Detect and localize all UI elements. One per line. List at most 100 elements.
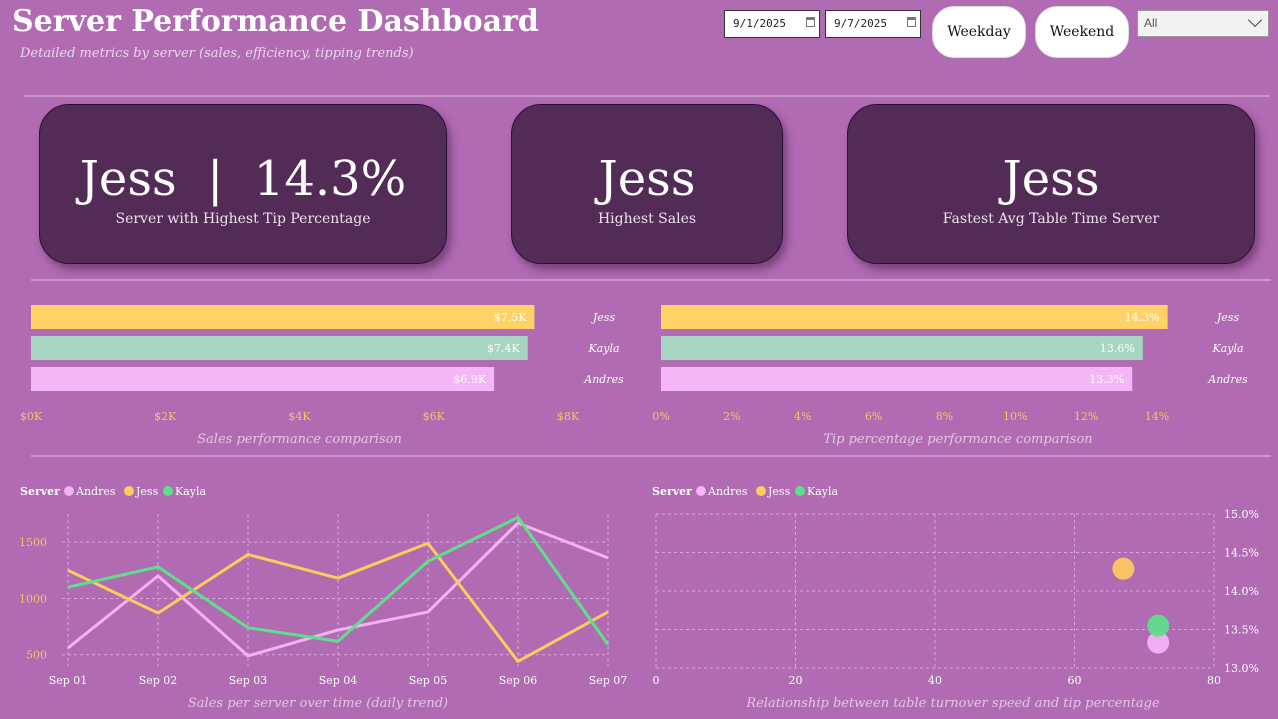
kpi-card-sales: Jess Highest Sales [511,104,783,264]
x-tick-label: 6% [865,410,882,423]
bar-value-label: $7.4K [487,342,520,355]
legend-marker [795,486,805,496]
legend-label: Kayla [807,485,839,498]
x-tick-label: 4% [794,410,811,423]
chevron-down-icon [1247,12,1263,28]
chart-caption: Tip percentage performance comparison [823,432,1092,447]
x-tick-label: 12% [1074,410,1098,423]
chart-caption: Relationship between table turnover spee… [745,696,1160,711]
x-tick-label: Sep 06 [499,674,538,687]
legend-marker [756,486,766,496]
end-date-value: 9/7/2025 [834,17,887,30]
scatter-point-jess [1112,557,1135,580]
category-label: Jess [1215,311,1240,324]
x-tick-label: 10% [1003,410,1027,423]
weekday-button[interactable]: Weekday [932,6,1026,58]
x-tick-label: $0K [20,410,43,423]
legend-title: Server [20,485,60,498]
legend-label: Jess [767,485,791,498]
divider [24,95,1270,97]
x-tick-label: Sep 07 [589,674,628,687]
x-tick-label: 8% [936,410,953,423]
x-tick-label: 0% [652,410,669,423]
legend-label: Andres [75,485,116,498]
chart-caption: Sales per server over time (daily trend) [188,696,448,711]
y-tick-label: 14.0% [1224,585,1259,598]
x-tick-label: Sep 01 [49,674,88,687]
y-tick-label: 13.5% [1224,624,1259,637]
y-tick-label: 14.5% [1224,547,1259,560]
bar-value-label: $6.9K [453,373,486,386]
legend-label: Andres [707,485,748,498]
bar [661,336,1143,360]
bar-value-label: 14.3% [1125,311,1160,324]
bar [661,305,1168,329]
calendar-icon[interactable] [806,17,815,27]
start-date-value: 9/1/2025 [733,17,786,30]
end-date-input[interactable]: 9/7/2025 [825,10,921,38]
start-date-input[interactable]: 9/1/2025 [724,10,820,38]
x-tick-label: 80 [1207,674,1221,687]
y-tick-label: 15.0% [1224,508,1259,521]
category-label: Kayla [1211,342,1243,355]
x-tick-label: $2K [154,410,177,423]
x-tick-label: Sep 04 [319,674,358,687]
kpi-label: Highest Sales [597,211,697,227]
page-subtitle: Detailed metrics by server (sales, effic… [20,46,414,61]
divider [31,279,1271,281]
x-tick-label: 20 [789,674,803,687]
x-tick-label: 0 [653,674,660,687]
kpi-value: Jess [598,151,696,207]
x-tick-label: Sep 05 [409,674,448,687]
divider [31,455,1271,457]
server-select[interactable]: All [1137,10,1269,37]
y-tick-label: 1500 [19,536,47,549]
tip-bar-chart: 14.3% Jess 13.6% Kayla 13.3% Andres 0% 2% 4% 6% 8%… [652,305,1248,447]
x-tick-label: 2% [723,410,740,423]
category-label: Kayla [587,342,619,355]
server-select-value: All [1144,16,1158,30]
category-label: Andres [583,373,624,386]
scatter-chart: Server Andres Jess Kayla 0 20 40 60 8013.0% 13.5%… [652,485,1259,711]
legend-marker [163,486,173,496]
kpi-label: Server with Highest Tip Percentage [115,211,371,227]
x-tick-label: Sep 03 [229,674,268,687]
x-tick-label: $8K [557,410,580,423]
bar-value-label: 13.6% [1100,342,1135,355]
legend-marker [124,486,134,496]
x-tick-label: $6K [423,410,446,423]
kpi-label: Fastest Avg Table Time Server [942,211,1160,227]
legend-title: Server [652,485,692,498]
kpi-card-table-time: Jess Fastest Avg Table Time Server [847,104,1255,264]
y-tick-label: 500 [26,649,47,662]
bar [31,367,495,391]
kpi-value: Jess | 14.3% [79,151,407,207]
weekend-button[interactable]: Weekend [1035,6,1129,58]
calendar-icon[interactable] [907,17,916,27]
legend-label: Jess [135,485,159,498]
sales-line-chart: Server Andres Jess Kayla 500 1000 1500 Sep 01 Se… [19,485,628,711]
bar [31,336,528,360]
legend-marker [696,486,706,496]
page-title: Server Performance Dashboard [12,4,539,39]
sales-bar-chart: $7.5K Jess $7.4K Kayla $6.9K Andres $0K $2K $4K $… [20,305,624,447]
x-tick-label: 60 [1068,674,1082,687]
bar-value-label: $7.5K [494,311,527,324]
series-line-jess [67,541,609,663]
kpi-card-tip: Jess | 14.3% Server with Highest Tip Per… [39,104,447,264]
y-tick-label: 1000 [19,592,47,605]
bar [661,367,1133,391]
chart-caption: Sales performance comparison [197,432,402,447]
bar-value-label: 13.3% [1089,373,1124,386]
legend-marker [64,486,74,496]
kpi-value: Jess [1002,151,1100,207]
legend-label: Kayla [175,485,207,498]
scatter-point-kayla [1147,614,1170,637]
x-tick-label: 40 [928,674,942,687]
category-label: Andres [1207,373,1248,386]
x-tick-label: Sep 02 [139,674,178,687]
y-tick-label: 13.0% [1224,662,1259,675]
category-label: Jess [591,311,616,324]
x-tick-label: 14% [1145,410,1169,423]
x-tick-label: $4K [288,410,311,423]
